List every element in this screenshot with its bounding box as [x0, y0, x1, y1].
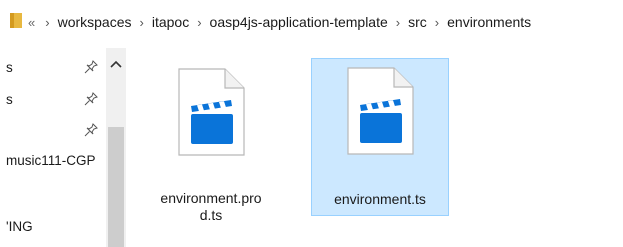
nav-item-5[interactable]: 'ING [6, 219, 33, 234]
breadcrumb-environments[interactable]: environments [447, 14, 531, 30]
pin-icon[interactable] [84, 92, 98, 106]
breadcrumb-itapoc[interactable]: itapoc [152, 14, 189, 30]
breadcrumb-oasp4js-application-template[interactable]: oasp4js-application-template [210, 14, 388, 30]
scroll-up-icon[interactable] [106, 56, 126, 72]
address-bar[interactable]: « › workspaces › itapoc › oasp4js-applic… [0, 0, 623, 44]
nav-item-4[interactable]: music111-CGP [6, 153, 96, 168]
chevron-right-icon[interactable]: › [396, 15, 400, 30]
pin-icon[interactable] [84, 123, 98, 137]
file-name-line-2: d.ts [199, 207, 223, 223]
nav-scrollbar-thumb[interactable] [108, 127, 124, 247]
chevron-right-icon[interactable]: › [435, 15, 439, 30]
breadcrumb-src[interactable]: src [408, 14, 427, 30]
breadcrumb-overflow-button[interactable]: « [28, 15, 35, 30]
file-name: environment.ts [312, 191, 448, 208]
nav-item-2[interactable]: s [6, 92, 13, 107]
chevron-right-icon[interactable]: › [140, 15, 144, 30]
file-name-line-1: environment.pro [160, 190, 262, 206]
chevron-right-icon[interactable]: › [45, 15, 49, 30]
folder-icon [10, 13, 22, 28]
file-name-line-1: environment.ts [334, 191, 426, 207]
pin-icon[interactable] [84, 60, 98, 74]
file-name: environment.pro d.ts [142, 190, 280, 224]
file-item-environment-ts[interactable]: environment.ts [311, 58, 449, 216]
breadcrumb-workspaces[interactable]: workspaces [58, 14, 132, 30]
nav-item-1[interactable]: s [6, 60, 13, 75]
breadcrumb: « › workspaces › itapoc › oasp4js-applic… [28, 0, 531, 44]
video-clapper-file-icon [178, 68, 245, 156]
file-item-environment-prod-ts[interactable]: environment.pro d.ts [142, 60, 280, 223]
video-clapper-file-icon [347, 67, 414, 155]
chevron-right-icon[interactable]: › [197, 15, 201, 30]
